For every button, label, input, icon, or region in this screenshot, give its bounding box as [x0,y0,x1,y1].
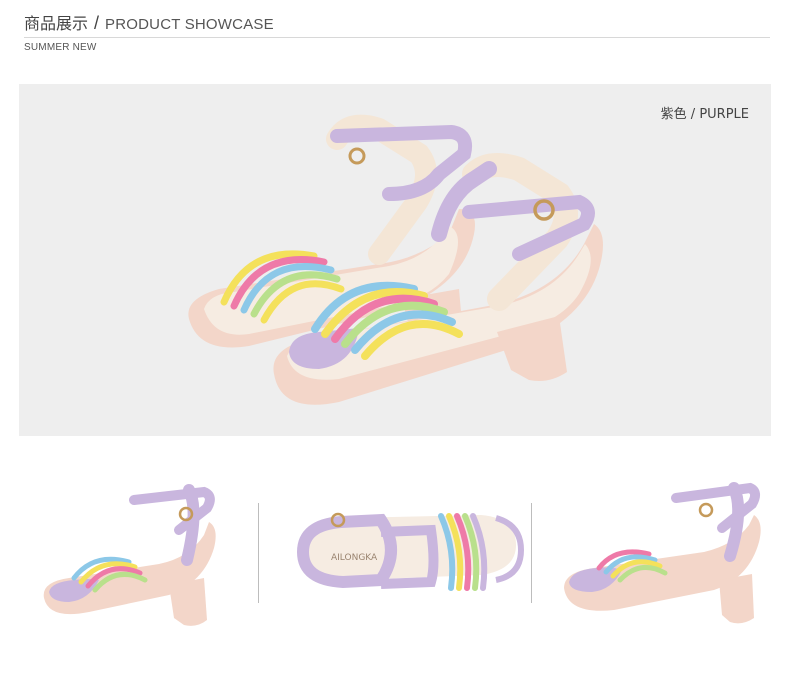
header-divider [24,37,770,38]
thumbnail-gallery: AILONGKA [19,470,789,640]
thumbnail-divider [258,503,259,603]
brand-logo-text: AILONGKA [331,553,378,563]
thumbnail-divider [531,503,532,603]
title-chinese: 商品展示 [24,14,89,33]
thumbnail-front-view[interactable] [554,470,789,640]
title-row: 商品展示 / PRODUCT SHOWCASE [24,10,770,36]
section-header: 商品展示 / PRODUCT SHOWCASE SUMMER NEW [24,10,770,53]
title-english: PRODUCT SHOWCASE [105,16,274,33]
hero-product-image[interactable]: 紫色 / PURPLE [19,84,771,436]
thumbnail-top-view[interactable]: AILONGKA [281,470,531,640]
thumbnail-side-view[interactable] [19,470,249,640]
subtitle: SUMMER NEW [24,42,97,53]
sandal-pair-illustration [188,114,603,405]
title-separator: / [94,13,100,33]
